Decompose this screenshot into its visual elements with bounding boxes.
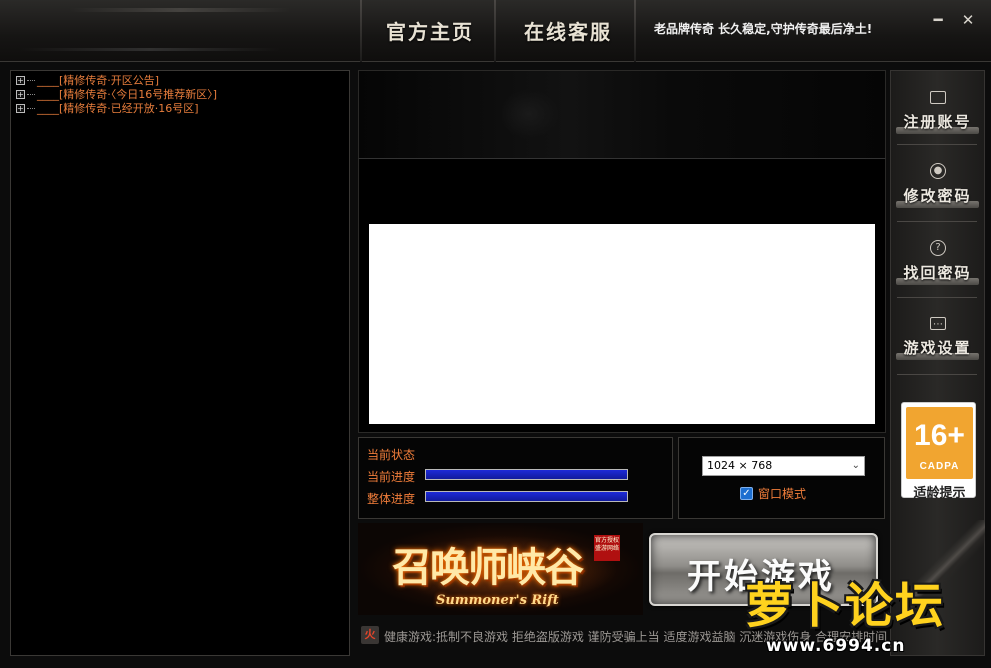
logo-subtitle: Summoner's Rift <box>436 593 559 608</box>
top-divider <box>360 0 362 62</box>
web-content-area[interactable] <box>369 224 875 424</box>
watermark-title: 萝卜论坛 <box>745 578 946 634</box>
support-button[interactable]: 在线客服 <box>518 14 618 50</box>
change-password-label: 修改密码 <box>903 187 972 205</box>
recover-password-label: 找回密码 <box>903 264 972 282</box>
sidebar-divider <box>897 144 977 145</box>
support-button-label: 在线客服 <box>524 20 612 44</box>
announcement-tree[interactable]: + ____[精修传奇·开区公告] + ____[精修传奇·〈今日16号推荐新区… <box>10 70 350 656</box>
resolution-select[interactable]: 1024 × 768 ⌄ <box>702 456 865 476</box>
web-content-frame <box>358 158 886 433</box>
minimize-button[interactable]: ━ <box>928 10 948 30</box>
age-rating-org: CADPA <box>919 461 960 472</box>
banner-shade <box>499 89 559 139</box>
expand-icon[interactable]: + <box>16 89 25 99</box>
age-rating-label: 适龄提示 <box>913 486 966 501</box>
fire-icon: 火 <box>361 626 379 644</box>
window-mode-toggle[interactable]: ✓ 窗口模式 <box>740 485 806 502</box>
top-decoration <box>70 8 290 12</box>
monitor-icon <box>930 91 946 104</box>
register-account-label: 注册账号 <box>903 113 972 131</box>
overall-progress-bar <box>425 491 628 502</box>
watermark-url: www.6994.cn <box>766 636 906 656</box>
user-icon: ● <box>930 163 946 179</box>
chat-icon: ⋯ <box>930 317 946 330</box>
tree-item[interactable]: + ____[精修传奇·已经开放·16号区] <box>16 101 199 115</box>
resolution-value: 1024 × 768 <box>707 459 773 472</box>
top-bar: 官方主页 在线客服 老品牌传奇 长久稳定,守护传奇最后净土! ━ ✕ <box>0 0 991 62</box>
recover-password-button[interactable]: ? 找回密码 <box>893 228 982 300</box>
top-banner <box>358 70 886 158</box>
tree-item-label: ____[精修传奇·已经开放·16号区] <box>37 102 199 115</box>
top-divider <box>494 0 496 62</box>
minimize-icon: ━ <box>933 11 943 29</box>
tools-icon: ✕ <box>961 11 975 29</box>
current-progress-bar <box>425 469 628 480</box>
checkbox-icon[interactable]: ✓ <box>740 487 753 500</box>
sidebar-divider <box>897 374 977 375</box>
logo-seal: 官方授权 盛游网络 <box>594 535 620 561</box>
expand-icon[interactable]: + <box>16 103 25 113</box>
logo-title: 召唤师峡谷 <box>392 544 584 591</box>
game-settings-label: 游戏设置 <box>903 339 972 357</box>
game-settings-button[interactable]: ⋯ 游戏设置 <box>893 303 982 375</box>
tree-item[interactable]: + ____[精修传奇·开区公告] <box>16 73 159 87</box>
top-decoration-lower <box>20 48 280 51</box>
game-logo: 召唤师峡谷 官方授权 盛游网络 Summoner's Rift <box>358 523 643 615</box>
change-password-button[interactable]: ● 修改密码 <box>893 151 982 223</box>
age-rating-panel: 16+ CADPA <box>906 407 973 479</box>
tree-connector <box>27 107 35 109</box>
overall-progress-label: 整体进度 <box>367 492 416 506</box>
window-mode-label: 窗口模式 <box>758 487 807 501</box>
top-divider <box>634 0 636 62</box>
overall-progress-fill <box>426 492 627 501</box>
age-rating-badge: 16+ CADPA 适龄提示 <box>901 402 976 501</box>
home-button[interactable]: 官方主页 <box>380 14 480 50</box>
status-title: 当前状态 <box>367 448 416 462</box>
tree-connector <box>27 93 35 95</box>
slogan-text: 老品牌传奇 长久稳定,守护传奇最后净土! <box>654 22 873 36</box>
tree-connector <box>27 79 35 81</box>
display-settings-panel: 1024 × 768 ⌄ ✓ 窗口模式 <box>678 437 885 519</box>
sidebar-divider <box>897 221 977 222</box>
settings-close-button[interactable]: ✕ <box>958 10 978 30</box>
site-watermark: 萝卜论坛 www.6994.cn <box>740 566 990 666</box>
current-progress-label: 当前进度 <box>367 470 416 484</box>
current-progress-fill <box>426 470 627 479</box>
status-panel: 当前状态 当前进度 整体进度 <box>358 437 673 519</box>
tree-item[interactable]: + ____[精修传奇·〈今日16号推荐新区〉] <box>16 87 217 101</box>
home-button-label: 官方主页 <box>386 20 474 44</box>
expand-icon[interactable]: + <box>16 75 25 85</box>
question-icon: ? <box>930 240 946 256</box>
sidebar-divider <box>897 297 977 298</box>
register-account-button[interactable]: 注册账号 <box>893 77 982 149</box>
age-rating-number: 16+ <box>914 419 965 452</box>
chevron-down-icon: ⌄ <box>851 460 860 471</box>
